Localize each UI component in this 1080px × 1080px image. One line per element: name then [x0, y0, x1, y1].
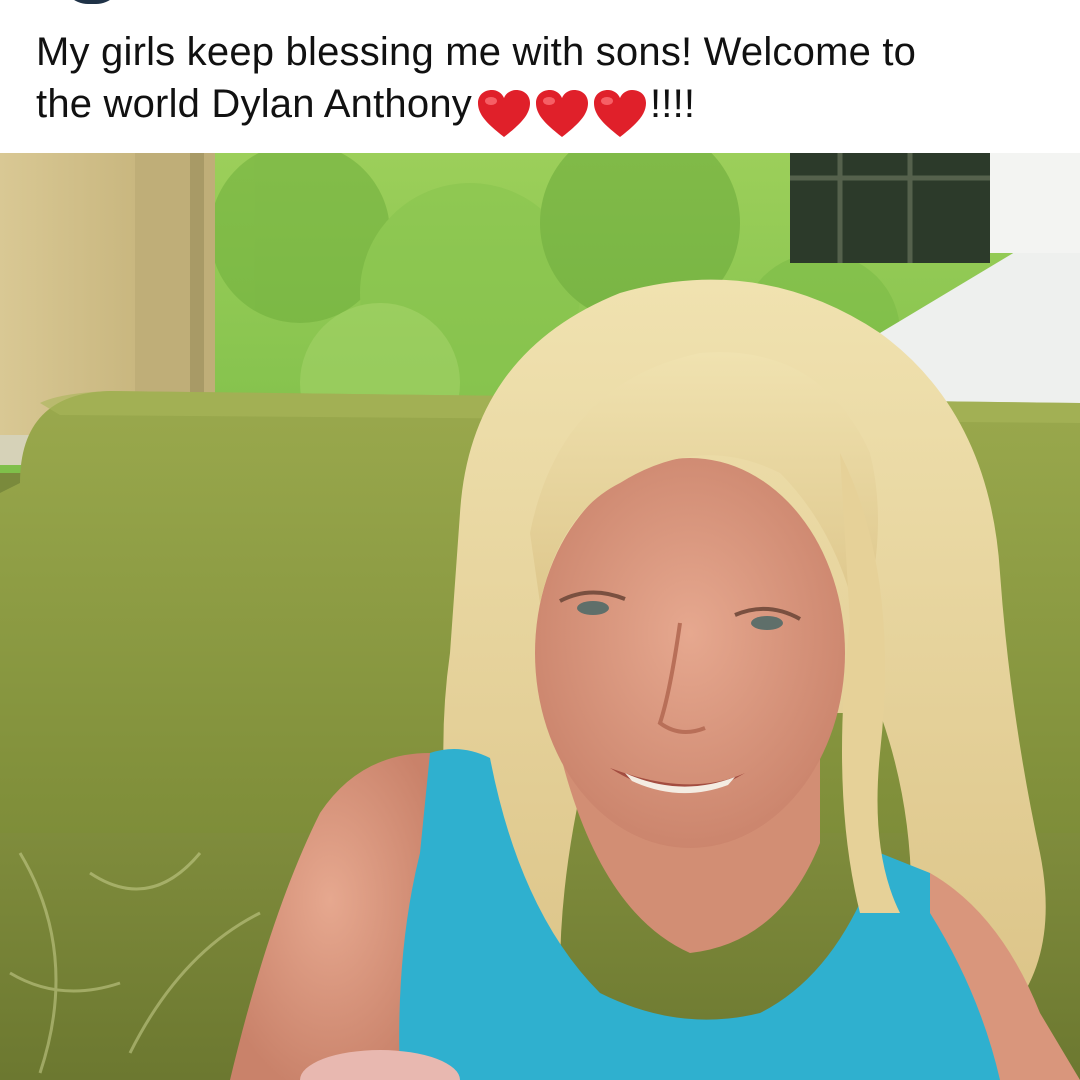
caption-line-2: the world Dylan Anthony: [36, 82, 472, 126]
facebook-post: My girls keep blessing me with sons! Wel…: [0, 0, 1080, 1080]
caption-exclamations: !!!!: [649, 82, 696, 126]
post-photo[interactable]: [0, 153, 1080, 1080]
caption-line-1: My girls keep blessing me with sons! Wel…: [36, 30, 917, 74]
profile-avatar[interactable]: [62, 0, 122, 4]
photo-illustration: [0, 153, 1080, 1080]
red-heart-icon: [593, 90, 646, 138]
post-caption: My girls keep blessing me with sons! Wel…: [36, 26, 1046, 139]
red-heart-icon: [535, 90, 588, 138]
heart-emojis: [476, 86, 650, 139]
red-heart-icon: [477, 90, 530, 138]
caption-line-2-wrap: the world Dylan Anthony!!!!: [36, 78, 1046, 139]
